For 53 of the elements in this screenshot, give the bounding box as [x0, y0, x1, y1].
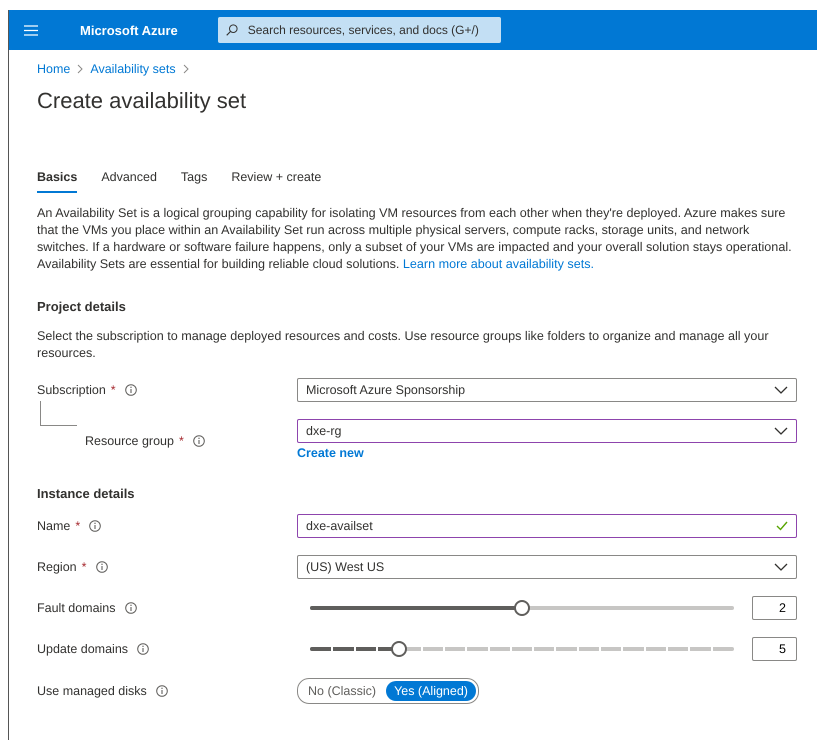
dropdown[interactable]: (US) West US: [297, 555, 797, 579]
required-mark: *: [178, 434, 184, 448]
toggle-switch[interactable]: No (Classic) Yes (Aligned): [297, 678, 479, 704]
field-label: Region: [37, 560, 77, 574]
tab[interactable]: Review + create: [231, 170, 322, 193]
number-field[interactable]: 2: [752, 596, 797, 620]
required-mark: *: [75, 519, 80, 533]
info-icon: [124, 602, 137, 614]
number-field[interactable]: 5: [752, 637, 797, 661]
field-label: Name: [37, 519, 70, 533]
breadcrumb-chevron-icon: [182, 64, 189, 74]
tab[interactable]: Advanced: [101, 170, 157, 193]
info-icon: [137, 643, 150, 655]
required-mark: *: [82, 560, 86, 574]
create-new-link[interactable]: Create new: [297, 446, 364, 460]
chevron-down-icon: [774, 427, 788, 435]
breadcrumb-chevron-icon: [77, 64, 84, 74]
field-label: Use managed disks: [37, 684, 147, 698]
search-field[interactable]: Search resources, services, and docs (G+/): [218, 17, 501, 43]
description-text: An Availability Set is a logical grouping capability for isolating VM resources from each other when they're deployed. Azure makes sure that the VMs you place within an Availability Set run across multiple physical servers, compute racks, storage units, and network switches. If a hardware or software failure happens, only a subset of your VMs are impacted and your overall solution stays operational. Availability Sets are essential for building reliable cloud solutions. Learn more about availability sets.: [37, 205, 793, 273]
section-description: Select the subscription to manage deployed resources and costs. Use resource groups like folders to organize and manage all your resources.: [37, 328, 770, 362]
slider-thumb[interactable]: [391, 641, 408, 657]
info-icon: [89, 520, 102, 532]
menu-icon[interactable]: [24, 24, 38, 36]
input-field[interactable]: dxe-availset: [297, 514, 797, 538]
toggle-option[interactable]: Yes (Aligned): [386, 681, 476, 701]
section-heading: Project details: [37, 299, 127, 314]
page-title: Create availability set: [37, 88, 248, 114]
chevron-down-icon: [774, 386, 788, 394]
field-label: Resource group: [85, 434, 174, 448]
chevron-down-icon: [774, 563, 788, 571]
info-icon: [124, 384, 137, 396]
field-label: Fault domains: [37, 601, 116, 615]
breadcrumb-link[interactable]: Home: [37, 62, 70, 76]
info-icon: [156, 685, 168, 697]
checkmark-icon: [776, 521, 788, 531]
dropdown[interactable]: Microsoft Azure Sponsorship: [297, 378, 797, 402]
dropdown[interactable]: dxe-rg: [297, 419, 797, 443]
tab[interactable]: Tags: [180, 170, 208, 193]
info-icon: [192, 434, 205, 446]
tree-line: [40, 401, 77, 426]
info-icon: [96, 561, 108, 573]
field-label: Update domains: [37, 642, 128, 656]
toggle-option[interactable]: No (Classic): [300, 681, 384, 701]
tab[interactable]: Basics: [37, 170, 78, 193]
slider-thumb[interactable]: [514, 600, 530, 616]
breadcrumb-link[interactable]: Availability sets: [90, 62, 176, 76]
section-heading: Instance details: [37, 486, 136, 501]
brand-title[interactable]: Microsoft Azure: [80, 22, 178, 38]
field-label: Subscription: [37, 383, 106, 397]
required-mark: *: [110, 383, 116, 397]
learn-more-link[interactable]: Learn more about availability sets.: [402, 257, 594, 271]
search-icon: [226, 24, 238, 36]
